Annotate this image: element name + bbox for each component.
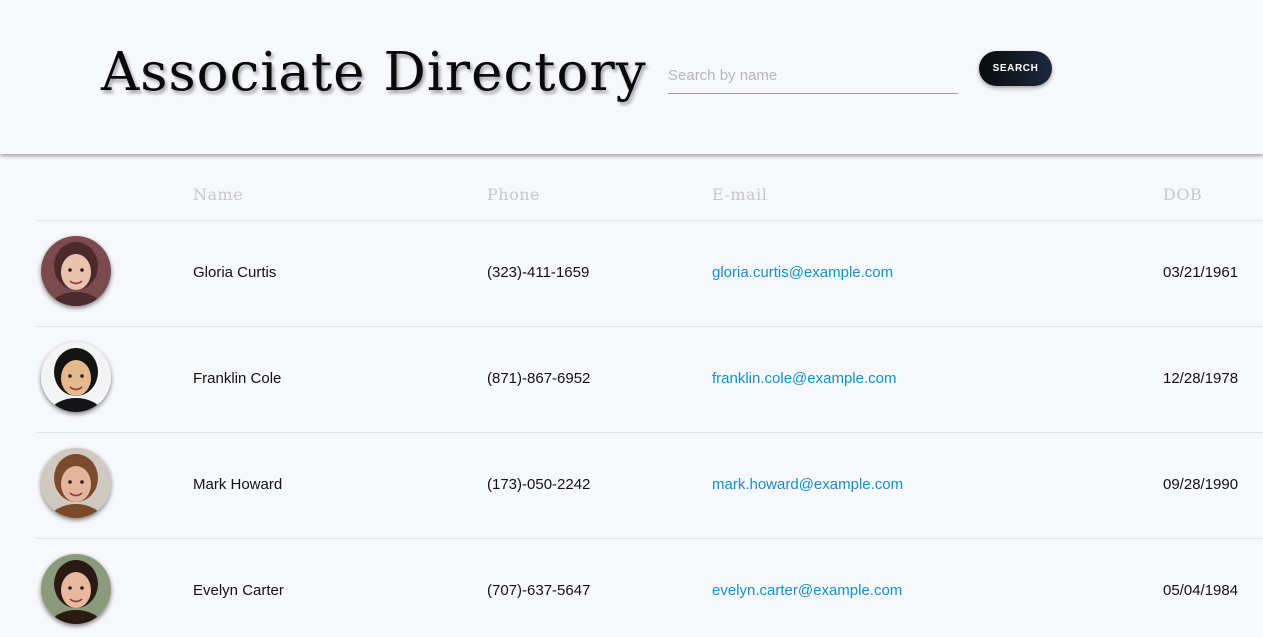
associate-name: Evelyn Carter: [193, 582, 284, 599]
avatar: [41, 236, 111, 306]
avatar: [41, 554, 111, 624]
avatar: [41, 342, 111, 412]
associate-email-link[interactable]: franklin.cole@example.com: [712, 370, 896, 387]
avatar: [41, 448, 111, 518]
associate-phone: (871)-867-6952: [487, 370, 591, 387]
associate-phone: (707)-637-5647: [487, 582, 591, 599]
column-header-phone: Phone: [487, 185, 540, 204]
table-header: Name Phone E-mail DOB: [37, 168, 1263, 221]
associate-email-link[interactable]: gloria.curtis@example.com: [712, 264, 893, 281]
associate-phone: (173)-050-2242: [487, 476, 591, 493]
search-button[interactable]: SEARCH: [979, 51, 1052, 86]
associate-email-link[interactable]: evelyn.carter@example.com: [712, 582, 902, 599]
table-row: Franklin Cole (871)-867-6952 franklin.co…: [37, 327, 1263, 433]
associate-phone: (323)-411-1659: [487, 264, 590, 281]
table-row: Gloria Curtis (323)-411-1659 gloria.curt…: [37, 221, 1263, 327]
table-row: Evelyn Carter (707)-637-5647 evelyn.cart…: [37, 539, 1263, 637]
associate-name: Gloria Curtis: [193, 264, 277, 281]
page-header: Associate Directory SEARCH: [0, 0, 1263, 154]
column-header-email: E-mail: [712, 185, 768, 204]
associate-dob: 05/04/1984: [1163, 582, 1239, 599]
associate-email-link[interactable]: mark.howard@example.com: [712, 476, 903, 493]
associate-name: Franklin Cole: [193, 370, 282, 387]
column-header-name: Name: [193, 185, 244, 204]
associate-dob: 09/28/1990: [1163, 476, 1239, 493]
page-title: Associate Directory: [101, 42, 647, 103]
column-header-dob: DOB: [1163, 185, 1203, 204]
associate-table: Name Phone E-mail DOB Gloria Curtis (323…: [37, 168, 1263, 637]
search-input[interactable]: [668, 58, 958, 94]
associate-dob: 03/21/1961: [1163, 264, 1239, 281]
table-row: Mark Howard (173)-050-2242 mark.howard@e…: [37, 433, 1263, 539]
associate-name: Mark Howard: [193, 476, 283, 493]
associate-dob: 12/28/1978: [1163, 370, 1239, 387]
table-body: Gloria Curtis (323)-411-1659 gloria.curt…: [37, 221, 1263, 637]
